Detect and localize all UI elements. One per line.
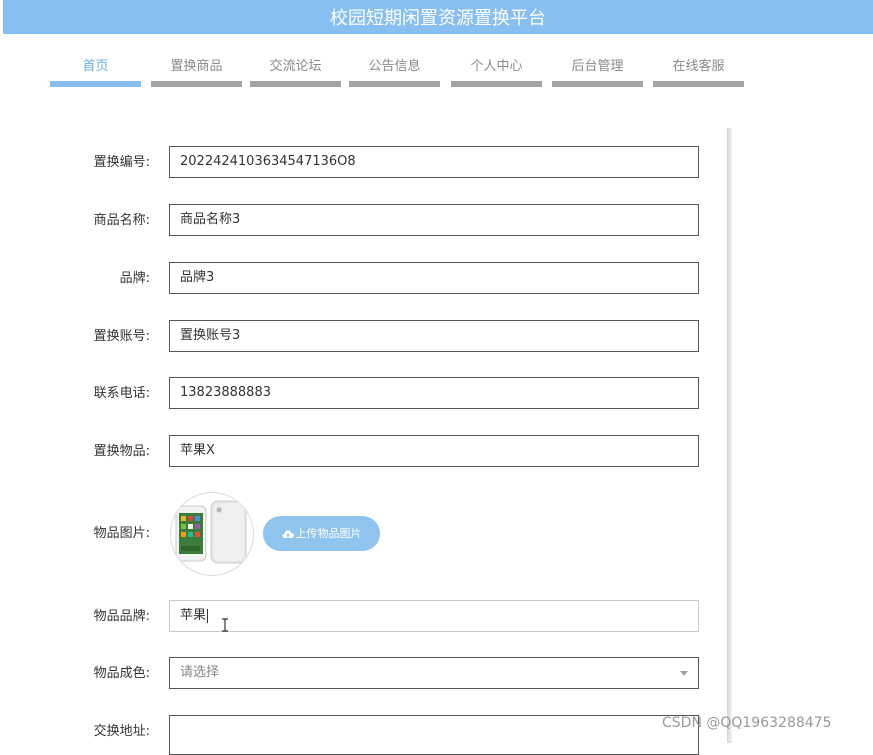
- upload-button-label: 上传物品图片: [295, 527, 362, 540]
- nav-tab-label: 首页: [82, 59, 109, 74]
- nav-tab-forum[interactable]: 交流论坛: [250, 52, 341, 88]
- form-panel-shadow: [727, 128, 732, 743]
- nav-tab-underline: [653, 81, 744, 87]
- nav-tab-underline: [451, 81, 542, 87]
- field-label: 物品成色:: [93, 666, 150, 681]
- phone-field[interactable]: 13823888883: [169, 377, 699, 409]
- field-label: 联系电话:: [93, 386, 150, 401]
- upload-image-button[interactable]: 上传物品图片: [263, 516, 380, 551]
- nav-tab-announcements[interactable]: 公告信息: [349, 52, 440, 88]
- field-label: 置换账号:: [93, 329, 150, 344]
- site-title: 校园短期闲置资源置换平台: [330, 8, 546, 29]
- nav-tab-underline: [50, 81, 141, 87]
- nav-tab-admin[interactable]: 后台管理: [552, 52, 643, 88]
- main-nav: 首页 置换商品 交流论坛 公告信息 个人中心 后台管理 在线客服: [0, 52, 873, 92]
- nav-tab-label: 后台管理: [571, 59, 624, 74]
- item-condition-select[interactable]: 请选择: [169, 657, 699, 689]
- exchange-account-field[interactable]: 置换账号3: [169, 320, 699, 352]
- exchange-item-field[interactable]: 苹果X: [169, 435, 699, 467]
- item-image-thumbnail[interactable]: [170, 492, 254, 576]
- nav-tab-label: 在线客服: [672, 59, 725, 74]
- field-label: 物品图片:: [93, 526, 150, 541]
- top-header: 校园短期闲置资源置换平台: [3, 0, 873, 34]
- phone-image: [175, 500, 247, 564]
- field-label: 商品名称:: [93, 213, 150, 228]
- item-brand-field[interactable]: 苹果: [169, 600, 699, 632]
- exchange-address-field[interactable]: [169, 715, 699, 755]
- exchange-no-field[interactable]: 2022424103634547136O8: [169, 146, 699, 178]
- field-label: 置换编号:: [93, 155, 150, 170]
- field-label: 品牌:: [119, 271, 150, 286]
- nav-tab-underline: [349, 81, 440, 87]
- nav-tab-label: 交流论坛: [269, 59, 322, 74]
- nav-tab-personal-center[interactable]: 个人中心: [451, 52, 542, 88]
- product-name-field[interactable]: 商品名称3: [169, 204, 699, 236]
- nav-tab-label: 公告信息: [368, 59, 421, 74]
- cloud-upload-icon: [282, 530, 294, 539]
- ibeam-cursor-icon: [222, 618, 228, 632]
- nav-tab-home[interactable]: 首页: [50, 52, 141, 88]
- field-label: 置换物品:: [93, 444, 150, 459]
- watermark-text: CSDN @QQ1963288475: [662, 715, 832, 731]
- text-caret: [207, 608, 209, 623]
- chevron-down-icon: [680, 671, 688, 676]
- item-brand-value: 苹果: [180, 608, 207, 623]
- nav-tab-exchange-goods[interactable]: 置换商品: [151, 52, 242, 88]
- brand-field[interactable]: 品牌3: [169, 262, 699, 294]
- nav-tab-underline: [552, 81, 643, 87]
- nav-tab-online-service[interactable]: 在线客服: [653, 52, 744, 88]
- nav-tab-underline: [151, 81, 242, 87]
- field-label: 物品品牌:: [93, 609, 150, 624]
- nav-tab-label: 置换商品: [170, 59, 223, 74]
- nav-tab-underline: [250, 81, 341, 87]
- select-placeholder: 请选择: [180, 665, 220, 680]
- nav-tab-label: 个人中心: [470, 59, 523, 74]
- field-label: 交换地址:: [93, 724, 150, 739]
